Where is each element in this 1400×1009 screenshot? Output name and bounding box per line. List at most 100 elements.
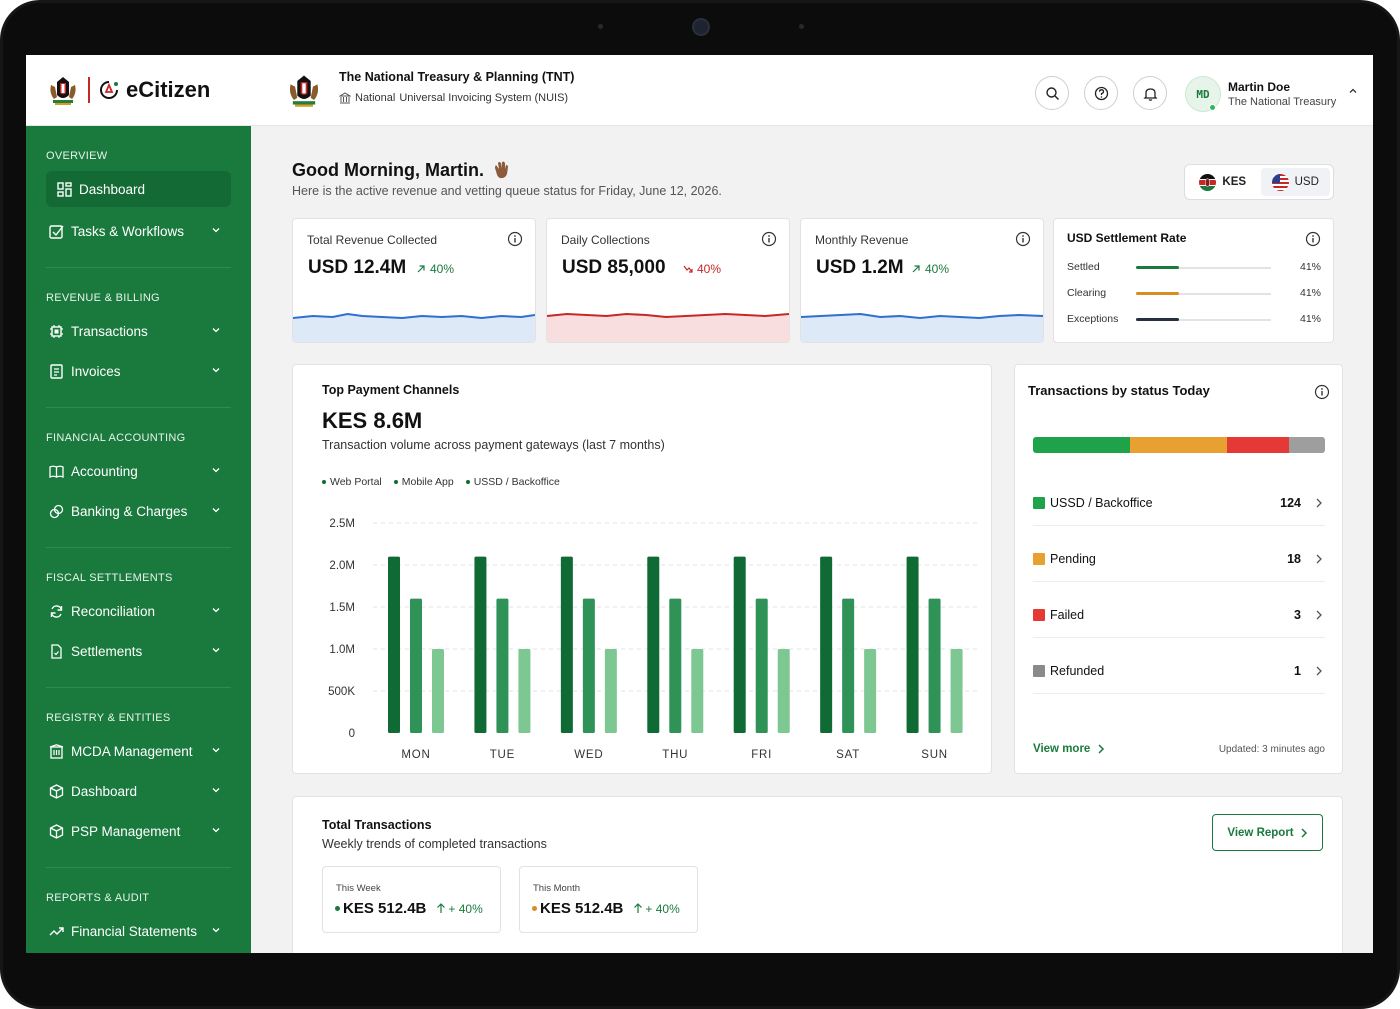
sidebar-item-registry-dashboard[interactable]: Dashboard (46, 773, 231, 809)
sidebar-item-label: Invoices (71, 363, 121, 379)
book-icon (48, 463, 64, 479)
usa-flag-icon (1271, 173, 1289, 191)
info-icon[interactable] (1015, 231, 1031, 247)
notifications-button[interactable] (1133, 76, 1167, 110)
camera (692, 18, 710, 36)
trend-icon (48, 923, 64, 939)
settlement-row-exceptions: Exceptions 41% (1067, 313, 1321, 327)
document-icon (48, 643, 64, 659)
kpi-value: USD 1.2M (816, 257, 904, 278)
settlement-row-clearing: Clearing 41% (1067, 287, 1321, 301)
sidebar-item-reconciliation[interactable]: Reconciliation (46, 593, 231, 629)
status-swatch (1033, 665, 1045, 677)
mini-card-label: This Month (533, 883, 580, 894)
building-icon (48, 743, 64, 759)
help-button[interactable] (1084, 76, 1118, 110)
coat-of-arms-icon (50, 77, 76, 105)
chevron-down-icon (212, 468, 220, 473)
sensor-dot (799, 24, 804, 29)
sidebar-item-accounting[interactable]: Accounting (46, 453, 231, 489)
bar-web-portal (474, 556, 487, 733)
sidebar-item-label: Reconciliation (71, 603, 156, 619)
kpi-value: USD 85,000 (562, 257, 666, 278)
sidebar-item-label: Financial Statements (71, 923, 198, 939)
sidebar-item-label: Accounting (71, 463, 138, 479)
bar-ussd-backoffice (518, 649, 531, 733)
sidebar-item-transactions[interactable]: Transactions (46, 313, 231, 349)
info-icon[interactable] (1305, 231, 1321, 247)
chevron-down-icon (212, 748, 220, 753)
status-row-pending[interactable]: Pending 18 (1033, 549, 1325, 569)
sidebar-item-dashboard[interactable]: Dashboard (46, 171, 231, 207)
ecitizen-logo-icon (100, 81, 118, 99)
sidebar-item-label: Dashboard (79, 181, 146, 197)
y-tick-label: 2.0M (329, 560, 355, 572)
status-row-failed[interactable]: Failed 3 (1033, 605, 1325, 625)
status-row-refunded[interactable]: Refunded 1 (1033, 661, 1325, 681)
view-report-button[interactable]: View Report (1212, 814, 1323, 851)
status-count: 1 (1294, 664, 1301, 678)
sidebar-item-tasks-workflows[interactable]: Tasks & Workflows (46, 213, 231, 249)
sidebar-item-label: PSP Management (71, 823, 181, 839)
search-button[interactable] (1035, 76, 1069, 110)
x-tick-label: SAT (836, 749, 860, 761)
bar-web-portal (906, 556, 919, 733)
x-tick-label: TUE (490, 749, 515, 761)
search-icon (1045, 86, 1059, 100)
bar-web-portal (733, 556, 746, 733)
legend-item-web-portal[interactable]: Web Portal (322, 476, 382, 488)
currency-option-kes[interactable]: KES (1188, 168, 1258, 196)
chevron-up-icon[interactable] (1348, 86, 1358, 96)
tablet-frame: eCitizen OVERVIEW Dashboard Tasks & Work… (0, 0, 1400, 1009)
currency-option-usd[interactable]: USD (1260, 168, 1330, 196)
kpi-sparkline (547, 312, 789, 342)
kpi-delta-value: 40% (925, 262, 950, 276)
x-tick-label: MON (401, 749, 430, 761)
legend-item-ussd-backoffice[interactable]: USSD / Backoffice (465, 476, 560, 488)
legend-label: Web Portal (330, 476, 382, 488)
mini-card-delta-value: + 40% (448, 901, 483, 916)
settlement-row-label: Exceptions (1067, 313, 1119, 325)
view-more-label: View more (1033, 743, 1091, 755)
settlement-fill (1136, 318, 1180, 321)
section-divider (46, 687, 231, 688)
info-icon[interactable] (761, 231, 777, 247)
this-month-card[interactable]: This Month KES 512.4B + 40% (519, 866, 698, 933)
chip-icon (48, 323, 64, 339)
brand-header[interactable]: eCitizen (26, 55, 251, 126)
section-divider (46, 547, 231, 548)
row-divider (1033, 693, 1325, 694)
legend-item-mobile-app[interactable]: Mobile App (393, 476, 454, 488)
this-week-card[interactable]: This Week KES 512.4B + 40% (322, 866, 501, 933)
sidebar-item-label: MCDA Management (71, 743, 193, 759)
bar-mobile-app (496, 598, 509, 733)
legend-dot (322, 480, 326, 484)
settlement-rate-title: USD Settlement Rate (1067, 231, 1187, 245)
currency-label: USD (1294, 176, 1319, 188)
sidebar-item-mcda-management[interactable]: MCDA Management (46, 733, 231, 769)
chevron-down-icon (212, 608, 220, 613)
sidebar-item-banking-charges[interactable]: Banking & Charges (46, 493, 231, 529)
info-icon[interactable] (507, 231, 523, 247)
mini-card-value-row: KES 512.4B + 40% (532, 900, 680, 917)
sidebar-item-psp-management[interactable]: PSP Management (46, 813, 231, 849)
info-icon[interactable] (1314, 384, 1330, 400)
user-name[interactable]: Martin Doe (1228, 80, 1290, 94)
sidebar-item-label: Banking & Charges (71, 503, 188, 519)
chevron-down-icon (212, 648, 220, 653)
user-org: The National Treasury (1228, 96, 1337, 108)
bar-mobile-app (582, 598, 595, 733)
total-transactions-title: Total Transactions (322, 818, 432, 832)
sensor-dot (598, 24, 603, 29)
status-label: Failed (1050, 608, 1085, 622)
sidebar-item-settlements[interactable]: Settlements (46, 633, 231, 669)
view-more-link[interactable]: View more (1033, 743, 1105, 755)
arrow-down-trend-icon (683, 265, 693, 273)
sidebar-item-invoices[interactable]: Invoices (46, 353, 231, 389)
status-row-ussd-backoffice[interactable]: USSD / Backoffice 124 (1033, 493, 1325, 513)
bar-ussd-backoffice (777, 649, 790, 733)
settlement-row-pct: 41% (1299, 313, 1321, 325)
sidebar-item-financial-statements[interactable]: Financial Statements (46, 913, 231, 949)
status-label: Pending (1050, 552, 1096, 566)
chevron-right-icon (1316, 666, 1322, 676)
